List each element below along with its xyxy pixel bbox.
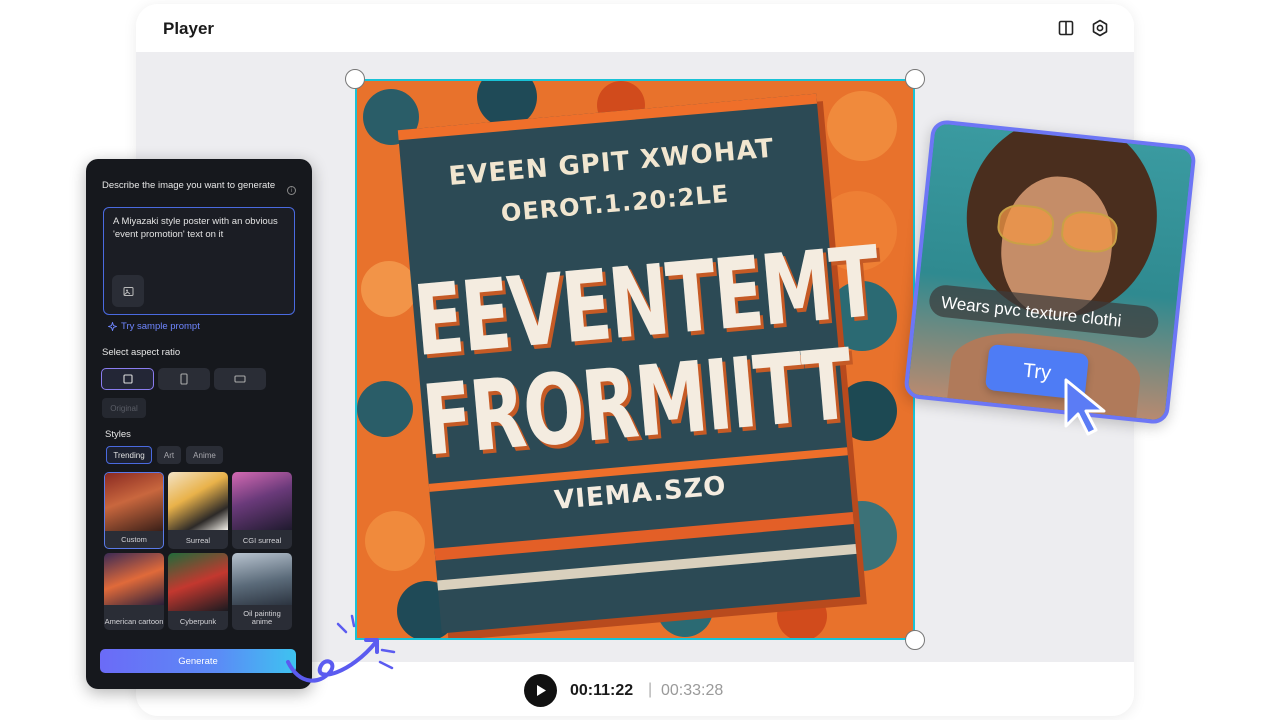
style-card-label: CGI surreal — [242, 536, 282, 545]
style-thumbnail — [105, 473, 163, 531]
style-thumbnail — [168, 472, 228, 530]
image-add-icon — [123, 286, 133, 296]
resize-handle-top-right[interactable] — [905, 69, 925, 89]
sparkle-icon — [108, 322, 117, 331]
prompt-textarea[interactable]: A Miyazaki style poster with an obvious … — [103, 207, 295, 315]
poster-card: EVEEN GPIT XWOHAT OEROT.1.20:2LE EEVENTE… — [397, 93, 882, 634]
settings-icon[interactable] — [1090, 18, 1110, 38]
resize-handle-top-left[interactable] — [345, 69, 365, 89]
aspect-ratio-portrait[interactable] — [158, 368, 210, 390]
image-generator-panel: Describe the image you want to generate … — [86, 159, 312, 689]
style-card-american-cartoon[interactable]: American cartoon — [104, 553, 164, 630]
try-sample-prompt-link[interactable]: Try sample prompt — [108, 321, 200, 332]
image-upload-button[interactable] — [112, 275, 144, 307]
style-card-custom[interactable]: Custom — [104, 472, 164, 549]
player-header: Player — [136, 4, 1134, 52]
generate-button[interactable]: Generate — [100, 649, 296, 673]
poster-badge — [357, 381, 413, 437]
total-time: 00:33:28 — [661, 682, 724, 699]
style-card-cgi-surreal[interactable]: CGI surreal — [232, 472, 292, 549]
prompt-heading: Describe the image you want to generate — [102, 180, 276, 191]
player-title: Player — [163, 19, 215, 38]
prompt-value: A Miyazaki style poster with an obvious … — [113, 216, 278, 240]
current-time: 00:11:22 — [570, 682, 634, 699]
style-card-label: Cyberpunk — [179, 617, 217, 626]
portrait-ratio-icon — [180, 373, 188, 385]
generated-poster-image[interactable]: EVEEN GPIT XWOHAT OEROT.1.20:2LE EEVENTE… — [355, 79, 915, 640]
swoosh-arrow-icon — [286, 614, 396, 683]
style-thumbnail — [168, 553, 228, 611]
aspect-ratio-landscape[interactable] — [214, 368, 266, 390]
style-tab-art[interactable]: Art — [157, 446, 181, 464]
stage: Player 00:11:22 | 00:33:28 EVEEN GPIT XW… — [0, 0, 1280, 720]
play-icon — [536, 685, 546, 696]
style-thumbnail — [232, 553, 292, 605]
styles-heading: Styles — [105, 429, 131, 440]
aspect-ratio-original[interactable]: Original — [102, 398, 146, 418]
play-button[interactable] — [524, 674, 557, 707]
style-card-surreal[interactable]: Surreal — [168, 472, 228, 549]
square-ratio-icon — [122, 374, 133, 384]
info-icon[interactable]: i — [287, 186, 296, 195]
split-layout-icon[interactable] — [1056, 18, 1076, 38]
style-card-label: Custom — [121, 535, 147, 544]
style-card-cyberpunk[interactable]: Cyberpunk — [168, 553, 228, 630]
style-tab-trending[interactable]: Trending — [106, 446, 152, 464]
aspect-ratio-square[interactable] — [101, 368, 154, 390]
cursor-pointer-icon — [1064, 378, 1106, 436]
landscape-ratio-icon — [234, 375, 246, 383]
sample-link-label: Try sample prompt — [121, 321, 200, 332]
poster-badge — [827, 91, 897, 161]
style-thumbnail — [104, 553, 164, 605]
time-separator: | — [648, 681, 653, 698]
poster-badge — [361, 261, 417, 317]
style-card-label: American cartoon — [104, 617, 164, 626]
style-thumbnail — [232, 472, 292, 530]
style-card-label: Surreal — [185, 536, 211, 545]
poster-badge — [365, 511, 425, 571]
resize-handle-bottom-right[interactable] — [905, 630, 925, 650]
aspect-ratio-heading: Select aspect ratio — [102, 347, 181, 358]
style-tab-anime[interactable]: Anime — [186, 446, 223, 464]
